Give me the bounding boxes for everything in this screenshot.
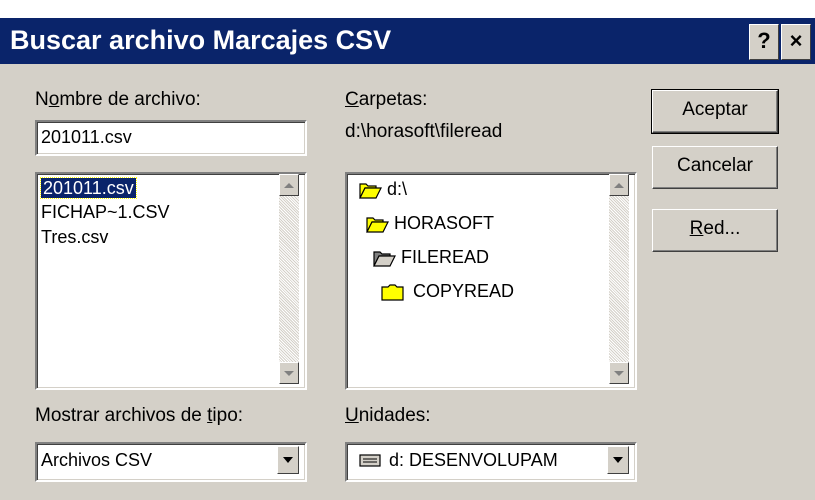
window-title: Buscar archivo Marcajes CSV xyxy=(10,25,392,55)
file-list-scrollbar[interactable] xyxy=(279,174,299,384)
drives-select[interactable]: d: DESENVOLUPAM xyxy=(345,442,637,482)
scroll-down-icon[interactable] xyxy=(279,362,299,384)
open-folder-icon xyxy=(373,251,396,267)
drives-label: Unidades: xyxy=(345,405,431,426)
close-icon: × xyxy=(789,28,803,53)
filename-input[interactable]: 201011.csv xyxy=(35,120,307,156)
cancel-button[interactable]: Cancelar xyxy=(652,146,778,189)
close-button[interactable]: × xyxy=(781,24,811,60)
file-list[interactable]: 201011.csv FICHAP~1.CSV Tres.csv xyxy=(35,172,307,390)
filetype-select[interactable]: Archivos CSV xyxy=(35,442,307,482)
folder-icon xyxy=(381,284,404,301)
accept-button[interactable]: Aceptar xyxy=(651,89,779,134)
chevron-down-icon[interactable] xyxy=(607,446,629,474)
network-button[interactable]: Red... xyxy=(652,209,778,252)
help-button[interactable]: ? xyxy=(749,24,779,60)
filetype-label: Mostrar archivos de tipo: xyxy=(35,405,244,426)
open-folder-icon xyxy=(366,217,389,233)
file-item[interactable]: 201011.csv xyxy=(40,177,137,199)
filename-value: 201011.csv xyxy=(41,127,132,147)
scroll-down-icon[interactable] xyxy=(609,362,629,384)
folder-tree-scrollbar[interactable] xyxy=(609,174,629,384)
scroll-up-icon[interactable] xyxy=(609,174,629,196)
filetype-value: Archivos CSV xyxy=(41,450,153,470)
file-item[interactable]: Tres.csv xyxy=(41,227,108,248)
filename-label: Nombre de archivo: xyxy=(35,89,201,110)
open-folder-icon xyxy=(359,183,382,199)
drive-icon xyxy=(359,454,381,467)
file-item[interactable]: FICHAP~1.CSV xyxy=(41,202,170,223)
folders-label: Carpetas: xyxy=(345,89,428,110)
chevron-down-icon[interactable] xyxy=(277,446,299,474)
folder-tree[interactable]: d:\ HORASOFT FILEREAD COPYREAD xyxy=(345,172,637,390)
drives-value: d: DESENVOLUPAM xyxy=(389,450,558,470)
current-path: d:\horasoft\fileread xyxy=(345,121,503,142)
dialog-body: Nombre de archivo: 201011.csv 201011.csv… xyxy=(0,64,815,500)
scroll-up-icon[interactable] xyxy=(279,174,299,196)
